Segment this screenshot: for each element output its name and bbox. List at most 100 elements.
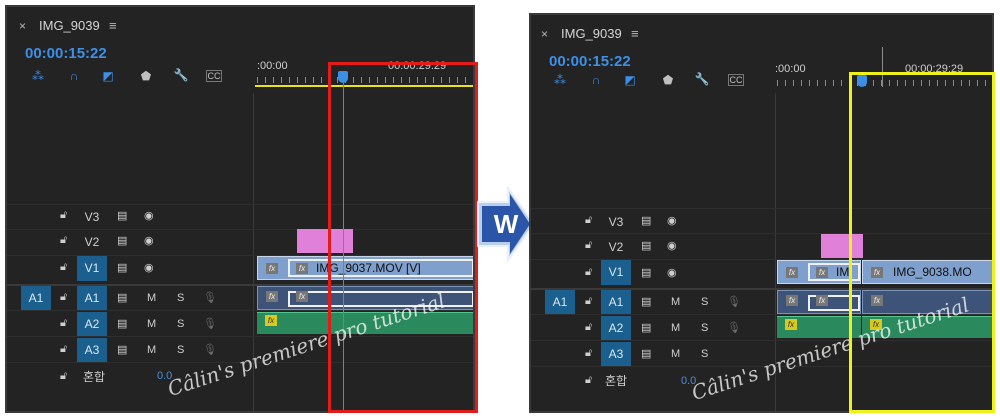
clip-name: IM — [836, 265, 850, 279]
film-icon[interactable]: ▤ — [641, 266, 651, 279]
track-label-v2[interactable]: V2 — [601, 240, 631, 254]
solo-button[interactable]: S — [701, 348, 708, 360]
wrench-icon[interactable]: 🔧 — [693, 72, 711, 86]
magnet-icon[interactable]: ∩ — [587, 73, 605, 87]
film-icon[interactable]: ▤ — [641, 321, 651, 334]
linked-selection-icon[interactable]: ◩ — [99, 69, 117, 83]
mute-button[interactable]: M — [147, 292, 156, 304]
ruler-start-label: :00:00 — [775, 63, 806, 75]
lock-icon[interactable]: 🔓︎ — [585, 347, 592, 360]
film-icon[interactable]: ▤ — [117, 209, 127, 222]
sequence-tab-title[interactable]: IMG_9039 — [561, 26, 622, 41]
lock-icon[interactable]: 🔓︎ — [60, 234, 67, 247]
film-icon[interactable]: ▤ — [641, 214, 651, 227]
film-icon[interactable]: ▤ — [117, 234, 127, 247]
mix-track-label: 혼합 — [83, 370, 106, 384]
captions-icon[interactable]: CC — [728, 74, 744, 86]
track-label-a2[interactable]: A2 — [77, 312, 107, 336]
track-label-a1[interactable]: A1 — [77, 286, 107, 310]
wrench-icon[interactable]: 🔧 — [172, 68, 190, 82]
captions-icon[interactable]: CC — [206, 70, 222, 82]
lock-icon[interactable]: 🔓︎ — [585, 321, 592, 334]
mic-icon[interactable]: 🎙︎ — [727, 295, 741, 308]
fx-badge: fx — [816, 267, 828, 278]
solo-button[interactable]: S — [177, 292, 184, 304]
film-icon[interactable]: ▤ — [641, 239, 651, 252]
tab-menu-icon[interactable]: ≡ — [631, 26, 639, 41]
mic-icon[interactable]: 🎙︎ — [727, 321, 741, 334]
lock-icon[interactable]: 🔓︎ — [60, 343, 67, 356]
film-icon[interactable]: ▤ — [117, 291, 127, 304]
film-icon[interactable]: ▤ — [117, 317, 127, 330]
eye-icon[interactable]: ◉ — [144, 209, 154, 222]
eye-icon[interactable]: ◉ — [667, 214, 677, 227]
track-label-v3[interactable]: V3 — [601, 215, 631, 229]
film-icon[interactable]: ▤ — [117, 261, 127, 274]
lock-icon[interactable]: 🔓︎ — [60, 370, 67, 383]
sequence-tab-title[interactable]: IMG_9039 — [39, 18, 100, 33]
track-label-v1[interactable]: V1 — [601, 260, 631, 285]
track-label-a2[interactable]: A2 — [601, 316, 631, 340]
track-label-a3[interactable]: A3 — [77, 338, 107, 362]
eye-icon[interactable]: ◉ — [144, 261, 154, 274]
fx-badge: fx — [786, 295, 798, 306]
close-tab-button[interactable]: × — [19, 19, 26, 33]
track-label-v1[interactable]: V1 — [77, 256, 107, 281]
fx-badge: fx — [296, 291, 308, 302]
lock-icon[interactable]: 🔓︎ — [585, 295, 592, 308]
track-label-a3[interactable]: A3 — [601, 342, 631, 366]
source-track-a1[interactable]: A1 — [545, 290, 575, 314]
lock-icon[interactable]: 🔓︎ — [60, 209, 67, 222]
fx-badge: fx — [816, 295, 828, 306]
eye-icon[interactable]: ◉ — [667, 266, 677, 279]
ruler-start-label: :00:00 — [257, 60, 288, 72]
lock-icon[interactable]: 🔓︎ — [585, 239, 592, 252]
source-track-a1[interactable]: A1 — [21, 286, 51, 310]
track-label-v2[interactable]: V2 — [77, 235, 107, 249]
timecode-display[interactable]: 00:00:15:22 — [25, 45, 107, 62]
eye-icon[interactable]: ◉ — [144, 234, 154, 247]
lock-icon[interactable]: 🔓︎ — [585, 374, 592, 387]
mute-button[interactable]: M — [671, 322, 680, 334]
snap-icon[interactable]: ⁂ — [551, 73, 569, 87]
fx-badge: fx — [786, 267, 798, 278]
solo-button[interactable]: S — [177, 318, 184, 330]
snap-icon[interactable]: ⁂ — [29, 69, 47, 83]
linked-selection-icon[interactable]: ◩ — [621, 73, 639, 87]
mute-button[interactable]: M — [671, 296, 680, 308]
lock-icon[interactable]: 🔓︎ — [60, 291, 67, 304]
film-icon[interactable]: ▤ — [117, 343, 127, 356]
red-highlight-box — [328, 62, 478, 413]
solo-button[interactable]: S — [701, 296, 708, 308]
film-icon[interactable]: ▤ — [641, 295, 651, 308]
eye-icon[interactable]: ◉ — [667, 239, 677, 252]
mic-icon[interactable]: 🎙︎ — [203, 343, 217, 356]
mute-button[interactable]: M — [147, 318, 156, 330]
yellow-highlight-box — [849, 72, 995, 413]
film-icon[interactable]: ▤ — [641, 347, 651, 360]
mic-icon[interactable]: 🎙︎ — [203, 317, 217, 330]
timecode-display[interactable]: 00:00:15:22 — [549, 53, 631, 70]
lock-icon[interactable]: 🔓︎ — [585, 214, 592, 227]
mute-button[interactable]: M — [671, 348, 680, 360]
marker-icon[interactable]: ⬟ — [137, 69, 155, 83]
fx-badge: fx — [266, 263, 278, 274]
track-label-a1[interactable]: A1 — [601, 290, 631, 314]
mute-button[interactable]: M — [147, 344, 156, 356]
marker-icon[interactable]: ⬟ — [659, 73, 677, 87]
tab-menu-icon[interactable]: ≡ — [109, 18, 117, 33]
fx-badge: fx — [265, 315, 277, 326]
close-tab-button[interactable]: × — [541, 27, 548, 41]
fx-badge: fx — [296, 263, 308, 274]
magnet-icon[interactable]: ∩ — [65, 69, 83, 83]
lock-icon[interactable]: 🔓︎ — [60, 261, 67, 274]
fx-badge: fx — [785, 319, 797, 330]
lock-icon[interactable]: 🔓︎ — [585, 266, 592, 279]
mic-icon[interactable]: 🎙︎ — [203, 291, 217, 304]
solo-button[interactable]: S — [701, 322, 708, 334]
solo-button[interactable]: S — [177, 344, 184, 356]
track-label-v3[interactable]: V3 — [77, 210, 107, 224]
lock-icon[interactable]: 🔓︎ — [60, 317, 67, 330]
fx-badge: fx — [266, 291, 278, 302]
arrow-icon: W — [477, 186, 536, 262]
